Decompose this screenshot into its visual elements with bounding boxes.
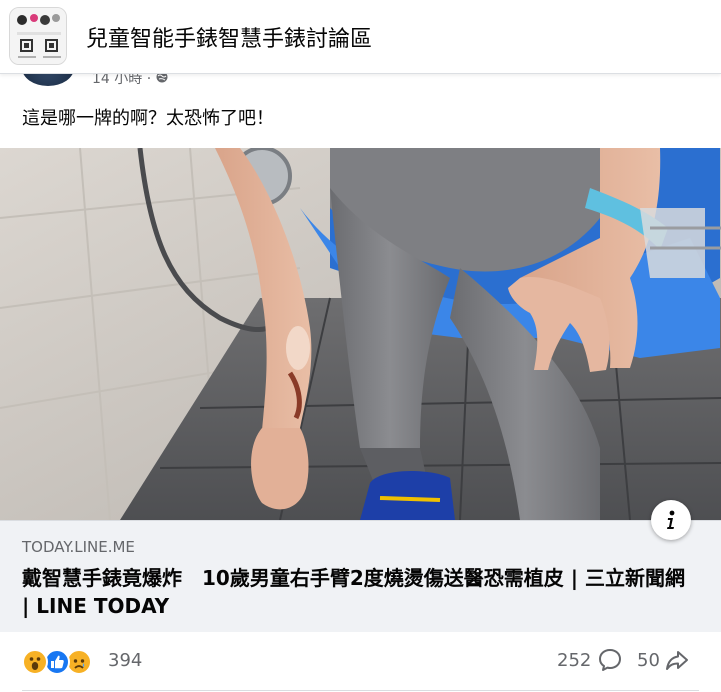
group-cover-thumbnail: [10, 8, 66, 64]
group-logo[interactable]: [9, 7, 67, 65]
globe-icon: [156, 74, 168, 87]
share-icon[interactable]: [664, 647, 690, 677]
reaction-count[interactable]: 394: [108, 650, 142, 671]
news-photo[interactable]: [0, 148, 721, 520]
link-domain: TODAY.LINE.ME: [22, 538, 135, 556]
share-count[interactable]: 50: [637, 650, 660, 671]
group-header: 兒童智能手錶智慧手錶討論區: [0, 0, 721, 74]
info-button[interactable]: [651, 500, 691, 540]
link-preview-card[interactable]: TODAY.LINE.ME 戴智慧手錶竟爆炸 10歲男童右手臂2度燒燙傷送醫恐需…: [0, 520, 721, 632]
news-photo-burned-arm: [0, 148, 721, 520]
info-icon: [667, 510, 675, 529]
post-header: 14 小時 ·: [0, 74, 721, 88]
comment-count[interactable]: 252: [557, 650, 591, 671]
post-stats-bar: 394 252 50: [0, 632, 721, 692]
post-timestamp[interactable]: 14 小時 ·: [92, 74, 151, 87]
link-title[interactable]: 戴智慧手錶竟爆炸 10歲男童右手臂2度燒燙傷送醫恐需植皮 | 三立新聞網 | L…: [22, 564, 692, 620]
comment-icon[interactable]: [597, 647, 623, 677]
post-text: 這是哪一牌的啊？太恐怖了吧！: [22, 108, 274, 129]
wow-icon: [22, 649, 48, 675]
author-avatar[interactable]: [22, 74, 74, 86]
divider: [22, 690, 699, 691]
group-title[interactable]: 兒童智能手錶智慧手錶討論區: [86, 21, 372, 53]
